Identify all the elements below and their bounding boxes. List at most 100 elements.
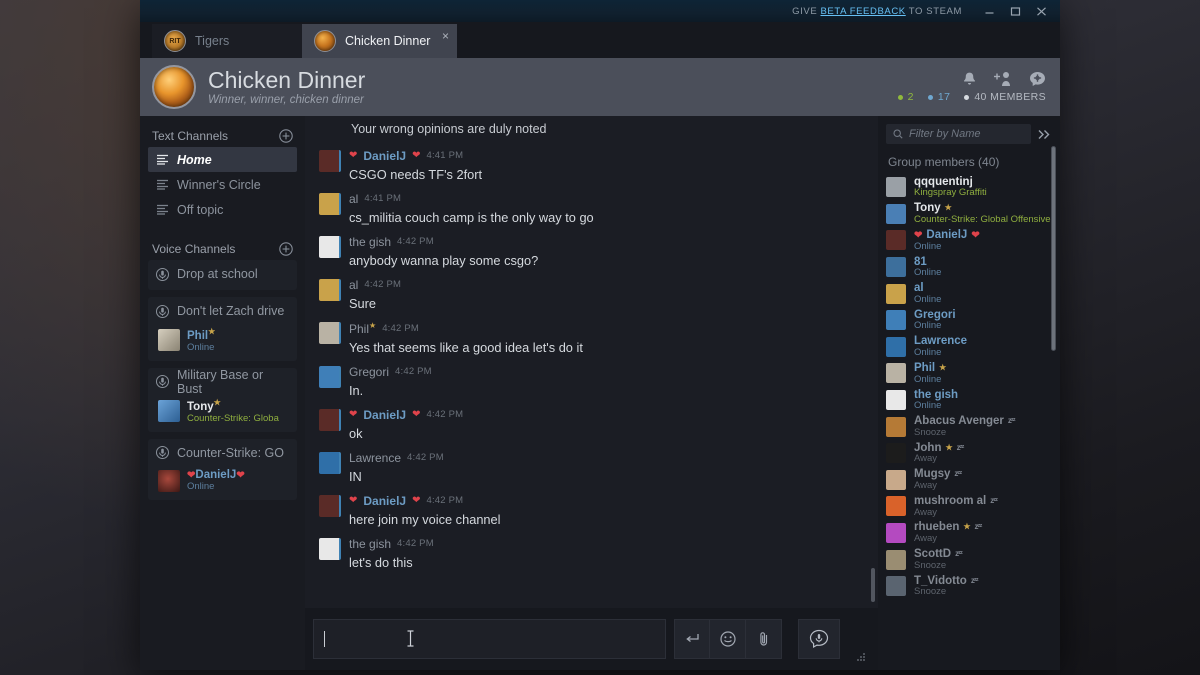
member-row[interactable]: Phil ★ Online: [886, 360, 1060, 387]
member-row[interactable]: ❤ DanielJ ❤ Online: [886, 227, 1060, 254]
message-text: Sure: [349, 295, 377, 311]
chevron-double-right-icon[interactable]: [1037, 128, 1054, 141]
member-filter-row: Filter by Name: [878, 124, 1060, 144]
message-author[interactable]: Phil★: [349, 321, 376, 335]
message-author[interactable]: DanielJ: [363, 495, 406, 507]
beta-feedback-link[interactable]: BETA FEEDBACK: [821, 6, 906, 17]
message-author[interactable]: al: [349, 279, 358, 291]
message-meta: the gish 4:42 PM: [349, 538, 864, 550]
minimize-button[interactable]: [976, 0, 1002, 22]
avatar[interactable]: [319, 537, 341, 560]
voice-channel-row[interactable]: Counter-Strike: GO: [148, 439, 297, 467]
member-row[interactable]: ScottD zᶻᶻ Snooze: [886, 546, 1060, 573]
message-author[interactable]: DanielJ: [363, 150, 406, 162]
member-row[interactable]: Lawrence Online: [886, 334, 1060, 361]
voice-user-text: Tony★ Counter-Strike: Globa: [187, 398, 279, 425]
stat-members-value: 40 MEMBERS: [974, 91, 1046, 103]
avatar: [886, 523, 906, 544]
member-filter-placeholder: Filter by Name: [909, 128, 981, 140]
stat-in-game: 2: [897, 91, 914, 103]
resize-grip[interactable]: [854, 650, 868, 664]
sidebar-item-label: Off topic: [177, 202, 224, 217]
voice-user[interactable]: Phil★ Online: [148, 325, 297, 359]
member-list[interactable]: qqquentinj Kingspray Graffiti Tony ★ Counter…: [878, 174, 1060, 670]
group-settings-icon[interactable]: [1029, 71, 1046, 87]
members-scrollbar[interactable]: [1051, 146, 1056, 351]
avatar: [886, 496, 906, 517]
member-row[interactable]: Gregori Online: [886, 307, 1060, 334]
member-name: Abacus Avenger zᶻᶻ: [914, 415, 1016, 428]
member-row[interactable]: 81 Online: [886, 254, 1060, 281]
message-author[interactable]: the gish: [349, 236, 391, 248]
voice-channel-drop-at-school[interactable]: Drop at school: [148, 260, 297, 290]
voice-channel-military-base-or-bust[interactable]: Military Base or Bust Tony★ Counter-Stri…: [148, 367, 297, 432]
group-header: Chicken Dinner Winner, winner, chicken d…: [140, 58, 1060, 116]
snooze-zzz-icon: zᶻᶻ: [970, 575, 979, 585]
voice-chat-button[interactable]: [798, 619, 840, 659]
voice-channel-dont-let-zach-drive[interactable]: Don't let Zach drive Phil★ Online: [148, 297, 297, 361]
member-row[interactable]: the gish Online: [886, 387, 1060, 414]
message-row: the gish 4:42 PM anybody wanna play some c…: [319, 230, 864, 273]
close-button[interactable]: [1028, 0, 1054, 22]
message-author[interactable]: the gish: [349, 538, 391, 550]
add-member-icon[interactable]: [993, 71, 1013, 87]
bell-icon[interactable]: [962, 71, 977, 87]
avatar[interactable]: [319, 150, 341, 172]
add-voice-channel-icon[interactable]: [279, 242, 293, 256]
avatar[interactable]: [319, 321, 341, 344]
member-name: rhueben ★ zᶻᶻ: [914, 521, 982, 534]
voice-channel-row[interactable]: Drop at school: [148, 260, 297, 288]
message-row: Phil★ 4:42 PM Yes that seems like a good i…: [319, 316, 864, 360]
sidebar-item-label: Winner's Circle: [177, 177, 261, 192]
avatar[interactable]: [319, 494, 341, 517]
emoji-button[interactable]: [710, 619, 746, 659]
tab-close-icon[interactable]: ×: [442, 30, 449, 42]
message-author[interactable]: Lawrence: [349, 452, 401, 464]
member-filter-input[interactable]: Filter by Name: [886, 124, 1031, 144]
message-list[interactable]: Your wrong opinions are duly noted ❤ Dani…: [305, 116, 878, 608]
member-row[interactable]: Tony ★ Counter-Strike: Global Offensive: [886, 201, 1060, 228]
member-row[interactable]: John ★ zᶻᶻ Away: [886, 440, 1060, 467]
add-text-channel-icon[interactable]: [279, 129, 293, 143]
voice-channel-row[interactable]: Don't let Zach drive: [148, 297, 297, 325]
tab-chicken-dinner[interactable]: Chicken Dinner ×: [302, 24, 457, 58]
sidebar-item-off-topic[interactable]: Off topic: [148, 197, 297, 222]
member-status: Kingspray Graffiti: [914, 188, 987, 199]
sidebar-item-home[interactable]: Home: [148, 147, 297, 172]
voice-channel-row[interactable]: Military Base or Bust: [148, 368, 297, 396]
text-channel-icon: [156, 154, 169, 165]
chat-scrollbar[interactable]: [871, 568, 875, 602]
member-row[interactable]: qqquentinj Kingspray Graffiti: [886, 174, 1060, 201]
sidebar-item-winners-circle[interactable]: Winner's Circle: [148, 172, 297, 197]
avatar[interactable]: [319, 365, 341, 388]
avatar[interactable]: [319, 278, 341, 301]
avatar[interactable]: [319, 192, 341, 215]
message-body: ❤ DanielJ ❤ 4:42 PM here join my voice chann…: [349, 495, 864, 528]
voice-user[interactable]: Tony★ Counter-Strike: Globa: [148, 396, 297, 430]
avatar[interactable]: [319, 451, 341, 474]
send-enter-button[interactable]: [674, 619, 710, 659]
member-name-label: qqquentinj: [914, 175, 973, 188]
message-input[interactable]: [313, 619, 666, 659]
message-body: Lawrence 4:42 PM IN: [349, 452, 864, 485]
message-author[interactable]: Gregori: [349, 366, 389, 378]
member-row[interactable]: rhueben ★ zᶻᶻ Away: [886, 520, 1060, 547]
star-icon: ★: [945, 442, 953, 452]
avatar[interactable]: [319, 235, 341, 258]
member-row[interactable]: Abacus Avenger zᶻᶻ Snooze: [886, 413, 1060, 440]
attachment-button[interactable]: [746, 619, 782, 659]
member-row[interactable]: T_Vidotto zᶻᶻ Snooze: [886, 573, 1060, 600]
tab-tigers[interactable]: RIT Tigers: [152, 24, 302, 58]
voice-user[interactable]: ❤DanielJ❤ Online: [148, 467, 297, 498]
member-row[interactable]: Mugsy zᶻᶻ Away: [886, 467, 1060, 494]
member-name-label: 81: [914, 255, 927, 268]
maximize-button[interactable]: [1002, 0, 1028, 22]
member-row[interactable]: al Online: [886, 280, 1060, 307]
message-author[interactable]: DanielJ: [363, 409, 406, 421]
voice-channel-counter-strike-go[interactable]: Counter-Strike: GO ❤DanielJ❤ Online: [148, 438, 297, 501]
avatar[interactable]: [319, 408, 341, 431]
message-author[interactable]: al: [349, 193, 358, 205]
message-timestamp: 4:42 PM: [382, 322, 419, 334]
text-channels-header: Text Channels: [148, 125, 297, 147]
member-row[interactable]: mushroom al zᶻᶻ Away: [886, 493, 1060, 520]
